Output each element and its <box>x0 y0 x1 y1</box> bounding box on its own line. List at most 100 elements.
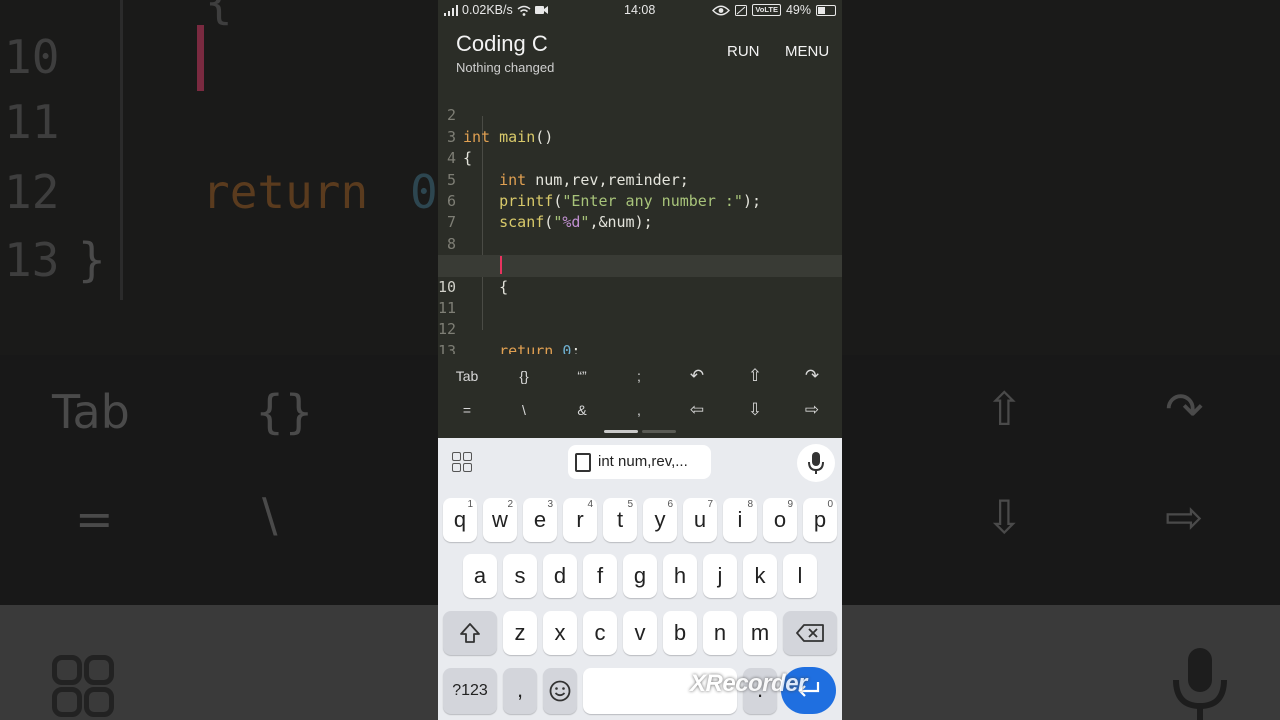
ampersand-key[interactable]: & <box>562 402 602 418</box>
key-v[interactable]: v <box>623 611 657 655</box>
bg-line-number: 10 <box>4 30 60 84</box>
key-f[interactable]: f <box>583 554 617 598</box>
network-speed: 0.02KB/s <box>462 3 513 17</box>
clock: 14:08 <box>624 3 656 17</box>
emoji-icon <box>549 680 571 702</box>
code-line: 7 <box>438 191 842 231</box>
emoji-key[interactable] <box>543 668 577 714</box>
battery-percent: 49% <box>785 3 811 17</box>
code-line: 11 <box>438 277 842 317</box>
arrow-down-icon[interactable]: ⇩ <box>735 400 775 420</box>
eye-icon <box>712 5 731 15</box>
key-i[interactable]: 8i <box>723 498 757 542</box>
code-line: 8 while(num>0) <box>438 212 842 274</box>
key-e[interactable]: 3e <box>523 498 557 542</box>
arrow-right-icon[interactable]: ⇨ <box>792 400 832 420</box>
key-b[interactable]: b <box>663 611 697 655</box>
recorder-watermark: XRecorder <box>690 670 807 697</box>
soft-keyboard: int num,rev,... 1q 2w 3e 4r 5t 6y 7u 8i … <box>438 438 842 720</box>
key-p[interactable]: 0p <box>803 498 837 542</box>
key-l[interactable]: l <box>783 554 817 598</box>
key-t[interactable]: 5t <box>603 498 637 542</box>
arrow-up-icon[interactable]: ⇧ <box>735 366 775 386</box>
redo-icon[interactable]: ↷ <box>792 366 832 386</box>
bg-symbol: Tab <box>52 385 130 439</box>
bg-arrow-right-icon: ⇨ <box>1165 490 1204 544</box>
bg-symbol: = <box>75 492 114 546</box>
clipboard-icon <box>575 453 591 472</box>
clipboard-text: int num,rev,... <box>598 453 688 470</box>
app-bar: Coding C Nothing changed RUN MENU <box>438 22 842 84</box>
key-n[interactable]: n <box>703 611 737 655</box>
bg-line-number: 13 <box>4 233 60 287</box>
app-title: Coding C <box>456 31 548 56</box>
symbols-key[interactable]: ?123 <box>443 668 497 714</box>
backspace-key[interactable] <box>783 611 837 655</box>
shift-key[interactable] <box>443 611 497 655</box>
apps-grid-icon[interactable] <box>452 452 474 474</box>
wifi-icon <box>517 5 531 16</box>
bg-line-number: 11 <box>4 95 60 149</box>
key-z[interactable]: z <box>503 611 537 655</box>
bg-grid-icon <box>52 655 114 717</box>
key-a[interactable]: a <box>463 554 497 598</box>
key-c[interactable]: c <box>583 611 617 655</box>
tab-key[interactable]: Tab <box>447 368 487 384</box>
volte-badge: VoLTE <box>752 4 781 16</box>
current-code-line: 10 <box>438 255 842 296</box>
arrow-left-icon[interactable]: ⇦ <box>677 400 717 420</box>
braces-key[interactable]: {} <box>504 368 544 384</box>
key-x[interactable]: x <box>543 611 577 655</box>
equals-key[interactable]: = <box>447 402 487 418</box>
menu-button[interactable]: MENU <box>785 43 829 60</box>
bg-cursor <box>197 25 204 91</box>
signal-icon <box>444 4 458 16</box>
key-q[interactable]: 1q <box>443 498 477 542</box>
undo-icon[interactable]: ↶ <box>677 366 717 386</box>
shift-icon <box>460 623 480 643</box>
key-r[interactable]: 4r <box>563 498 597 542</box>
page-indicator-active <box>604 430 638 433</box>
app-subtitle: Nothing changed <box>456 60 555 75</box>
key-o[interactable]: 9o <box>763 498 797 542</box>
battery-icon <box>816 4 836 16</box>
code-line: 9 { <box>438 234 842 295</box>
clipboard-suggestion[interactable]: int num,rev,... <box>568 445 711 479</box>
code-line: 3 { <box>438 105 842 167</box>
voice-input-button[interactable] <box>797 444 835 482</box>
comma-key-kb[interactable]: , <box>503 668 537 714</box>
comma-key[interactable]: , <box>619 402 659 418</box>
symbol-bar: Tab {} “” ; ↶ ⇧ ↷ = \ & , ⇦ ⇩ ⇨ <box>438 354 842 438</box>
semicolon-key[interactable]: ; <box>619 368 659 384</box>
cast-icon <box>735 4 748 16</box>
key-d[interactable]: d <box>543 554 577 598</box>
key-j[interactable]: j <box>703 554 737 598</box>
key-g[interactable]: g <box>623 554 657 598</box>
code-line: 4 int num,rev,reminder; <box>438 127 842 188</box>
bg-line-number: 12 <box>4 165 60 219</box>
code-line: 5 printf("Enter any number :"); <box>438 148 842 210</box>
key-h[interactable]: h <box>663 554 697 598</box>
code-line: 13 } <box>438 319 842 381</box>
video-record-icon <box>534 6 548 14</box>
key-s[interactable]: s <box>503 554 537 598</box>
key-y[interactable]: 6y <box>643 498 677 542</box>
key-w[interactable]: 2w <box>483 498 517 542</box>
key-m[interactable]: m <box>743 611 777 655</box>
bg-code-zero: 0 <box>410 165 438 219</box>
page-indicator <box>642 430 676 433</box>
run-button[interactable]: RUN <box>727 43 760 60</box>
text-cursor <box>500 256 502 274</box>
key-u[interactable]: 7u <box>683 498 717 542</box>
backspace-icon <box>796 624 824 642</box>
bg-code-brace: } <box>78 233 106 287</box>
status-bar: 0.02KB/s 14:08 VoLTE 49% <box>438 0 842 22</box>
bg-arrow-down-icon: ⇩ <box>985 490 1024 544</box>
code-editor[interactable]: 2 int main() 3 { 4 int num,rev,reminder;… <box>438 84 842 381</box>
key-k[interactable]: k <box>743 554 777 598</box>
code-line: 12 return 0; <box>438 320 581 360</box>
quotes-key[interactable]: “” <box>562 368 602 384</box>
bg-symbol: {} <box>255 385 314 439</box>
code-line: 2 int main() <box>438 84 842 145</box>
backslash-key[interactable]: \ <box>504 402 544 418</box>
